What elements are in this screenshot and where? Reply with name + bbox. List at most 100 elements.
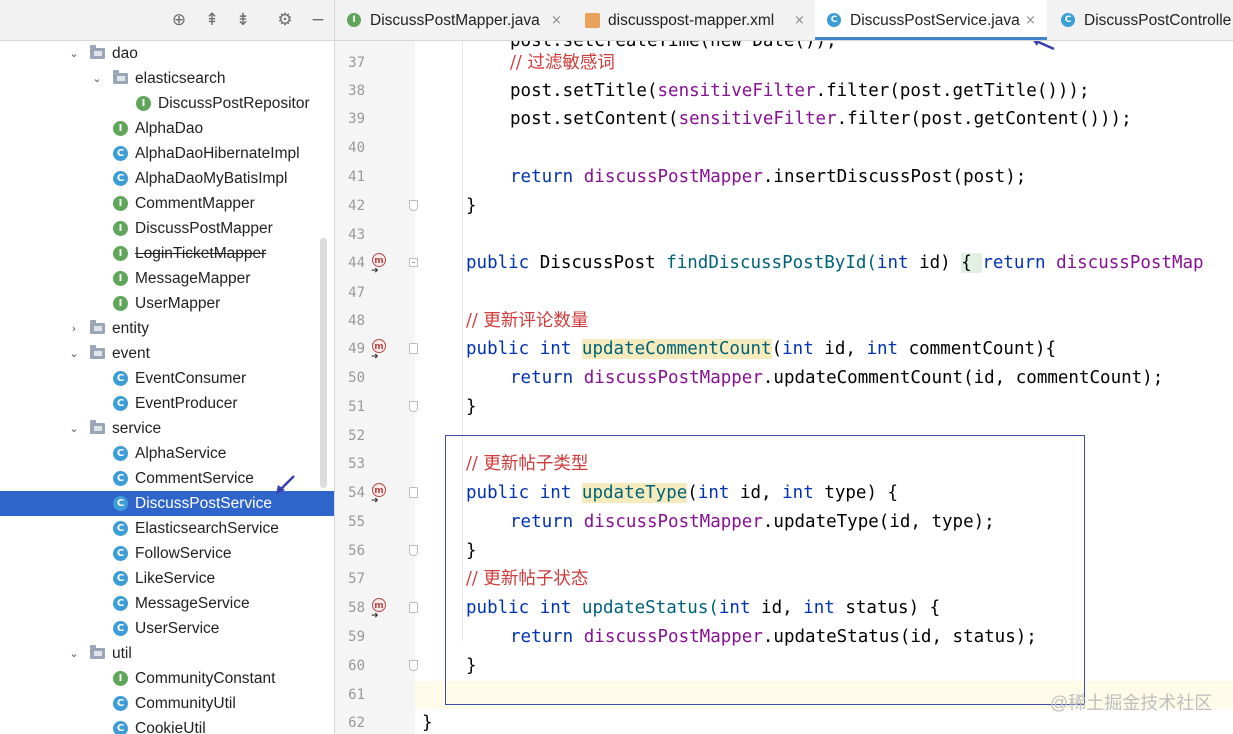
tree-item-likeservice[interactable]: C LikeService (0, 566, 334, 591)
tree-item-alphaservice[interactable]: C AlphaService (0, 441, 334, 466)
tree-item-service[interactable]: ⌄ service (0, 416, 334, 441)
chevron-down-icon[interactable]: ⌄ (66, 641, 82, 666)
package-folder-icon (90, 345, 105, 359)
code-keyword: return (982, 253, 1057, 273)
tree-item-util[interactable]: ⌄ util (0, 641, 334, 666)
gear-icon[interactable]: ⚙ (273, 8, 297, 32)
expand-icon[interactable]: ⇟ (231, 8, 255, 32)
chevron-down-icon[interactable]: ⌄ (66, 341, 82, 366)
pointer-arrow-icon (1033, 41, 1055, 51)
tree-scrollbar[interactable] (320, 238, 327, 488)
close-icon[interactable]: × (551, 0, 562, 40)
line-number: 52 (348, 428, 365, 444)
interface-icon: I (113, 671, 128, 686)
code-field: discussPostMap (1056, 253, 1204, 273)
tab-discusspostcontroller[interactable]: C DiscussPostControlle (1049, 0, 1233, 40)
folded-brace[interactable]: { (961, 253, 983, 273)
fold-marker-icon[interactable] (409, 660, 418, 671)
chevron-down-icon[interactable]: ⌄ (66, 416, 82, 441)
code-line-37: // 过滤敏感词 (510, 49, 615, 77)
tab-discusspostservice-java[interactable]: C DiscussPostService.java × (815, 0, 1047, 40)
tree-item-elasticsearch[interactable]: ⌄ elasticsearch (0, 66, 334, 91)
fold-marker-icon[interactable] (409, 602, 418, 613)
goto-arrow-icon[interactable]: ➜ (371, 266, 379, 276)
tree-item-usermapper[interactable]: I UserMapper (0, 291, 334, 316)
tree-item-alphadao[interactable]: I AlphaDao (0, 116, 334, 141)
tab-discusspostmapper-java[interactable]: I DiscussPostMapper.java × (335, 0, 575, 40)
close-icon[interactable]: × (1025, 0, 1036, 40)
minimize-icon[interactable]: − (306, 8, 330, 32)
close-icon[interactable]: × (794, 0, 805, 40)
mapper-method-marker-icon[interactable]: m (372, 598, 386, 612)
tree-item-label: UserMapper (135, 295, 221, 312)
target-icon[interactable]: ⊕ (167, 8, 191, 32)
code-token: commentCount){ (908, 339, 1057, 359)
tree-item-eventconsumer[interactable]: C EventConsumer (0, 366, 334, 391)
tree-item-userservice[interactable]: C UserService (0, 616, 334, 641)
interface-icon: I (113, 271, 128, 286)
code-method-name: findDiscussPostById( (666, 253, 877, 273)
code-editor[interactable]: 37 38 39 40 41 42 43 44 47 48 49 50 51 52 53 54 55 56 57 58… (335, 41, 1233, 734)
tree-item-label: EventProducer (135, 395, 238, 412)
fold-marker-icon[interactable] (409, 343, 418, 354)
class-icon: C (113, 621, 128, 636)
tree-item-followservice[interactable]: C FollowService (0, 541, 334, 566)
mapper-method-marker-icon[interactable]: m (372, 483, 386, 497)
class-icon: C (113, 596, 128, 611)
mapper-method-marker-icon[interactable]: m (372, 339, 386, 353)
chevron-down-icon[interactable]: ⌄ (89, 66, 105, 91)
code-keyword: return (510, 368, 584, 388)
tab-discusspost-mapper-xml[interactable]: discusspost-mapper.xml × (573, 0, 813, 40)
goto-arrow-icon[interactable]: ➜ (371, 496, 379, 506)
chevron-down-icon[interactable]: ⌄ (66, 41, 82, 66)
tree-item-loginticketmapper[interactable]: I LoginTicketMapper (0, 241, 334, 266)
code-line-38: post.setTitle(sensitiveFilter.filter(pos… (510, 77, 1090, 105)
tree-item-discusspostrepositor[interactable]: I DiscussPostRepositor (0, 91, 334, 116)
tree-item-communityutil[interactable]: C CommunityUtil (0, 691, 334, 716)
code-token: id, (824, 339, 867, 359)
package-folder-icon (90, 45, 105, 59)
tree-item-cookieutil[interactable]: C CookieUtil (0, 716, 334, 734)
chevron-right-icon[interactable]: › (66, 316, 82, 341)
editor-gutter: 37 38 39 40 41 42 43 44 47 48 49 50 51 52 53 54 55 56 57 58… (335, 41, 418, 734)
mapper-method-marker-icon[interactable]: m (372, 253, 386, 267)
tree-item-messagemapper[interactable]: I MessageMapper (0, 266, 334, 291)
code-keyword: int (539, 483, 582, 503)
goto-arrow-icon[interactable]: ➜ (371, 611, 379, 621)
tree-item-commentmapper[interactable]: I CommentMapper (0, 191, 334, 216)
code-token: id, (739, 483, 783, 503)
line-number: 37 (348, 55, 365, 71)
tree-item-alphadaohibernateimpl[interactable]: C AlphaDaoHibernateImpl (0, 141, 334, 166)
tree-item-event[interactable]: ⌄ event (0, 341, 334, 366)
fold-marker-icon[interactable] (409, 200, 418, 211)
tree-item-dao[interactable]: ⌄ dao (0, 41, 334, 66)
line-number: 54 (348, 485, 365, 501)
tree-item-entity[interactable]: › entity (0, 316, 334, 341)
collapse-icon[interactable]: ⇞ (200, 8, 224, 32)
tree-item-alphadaomybatisimpl[interactable]: C AlphaDaoMyBatisImpl (0, 166, 334, 191)
code-line-60: } (466, 656, 477, 676)
code-field: sensitiveFilter (678, 109, 837, 129)
interface-icon: I (136, 96, 151, 111)
code-keyword: public (466, 339, 540, 359)
tree-item-communityconstant[interactable]: I CommunityConstant (0, 666, 334, 691)
goto-arrow-icon[interactable]: ➜ (371, 352, 379, 362)
tree-item-label: ElasticsearchService (135, 520, 279, 537)
fold-marker-icon[interactable] (409, 401, 418, 412)
code-method-name: updateStatus( (581, 598, 719, 618)
tree-item-label: AlphaDaoMyBatisImpl (135, 170, 288, 187)
code-keyword: return (510, 627, 584, 647)
tree-item-label: DiscussPostService (135, 495, 272, 512)
tree-item-eventproducer[interactable]: C EventProducer (0, 391, 334, 416)
tree-item-elasticsearchservice[interactable]: C ElasticsearchService (0, 516, 334, 541)
fold-marker-icon[interactable] (409, 258, 418, 267)
editor-tabs: I DiscussPostMapper.java × discusspost-m… (335, 0, 1233, 41)
fold-marker-icon[interactable] (409, 487, 418, 498)
tree-item-messageservice[interactable]: C MessageService (0, 591, 334, 616)
code-keyword: int (539, 339, 582, 359)
fold-marker-icon[interactable] (409, 545, 418, 556)
tree-item-discusspostmapper[interactable]: I DiscussPostMapper (0, 216, 334, 241)
class-icon: C (1061, 13, 1075, 27)
code-token: id, (761, 598, 804, 618)
tree-item-label: MessageMapper (135, 270, 251, 287)
